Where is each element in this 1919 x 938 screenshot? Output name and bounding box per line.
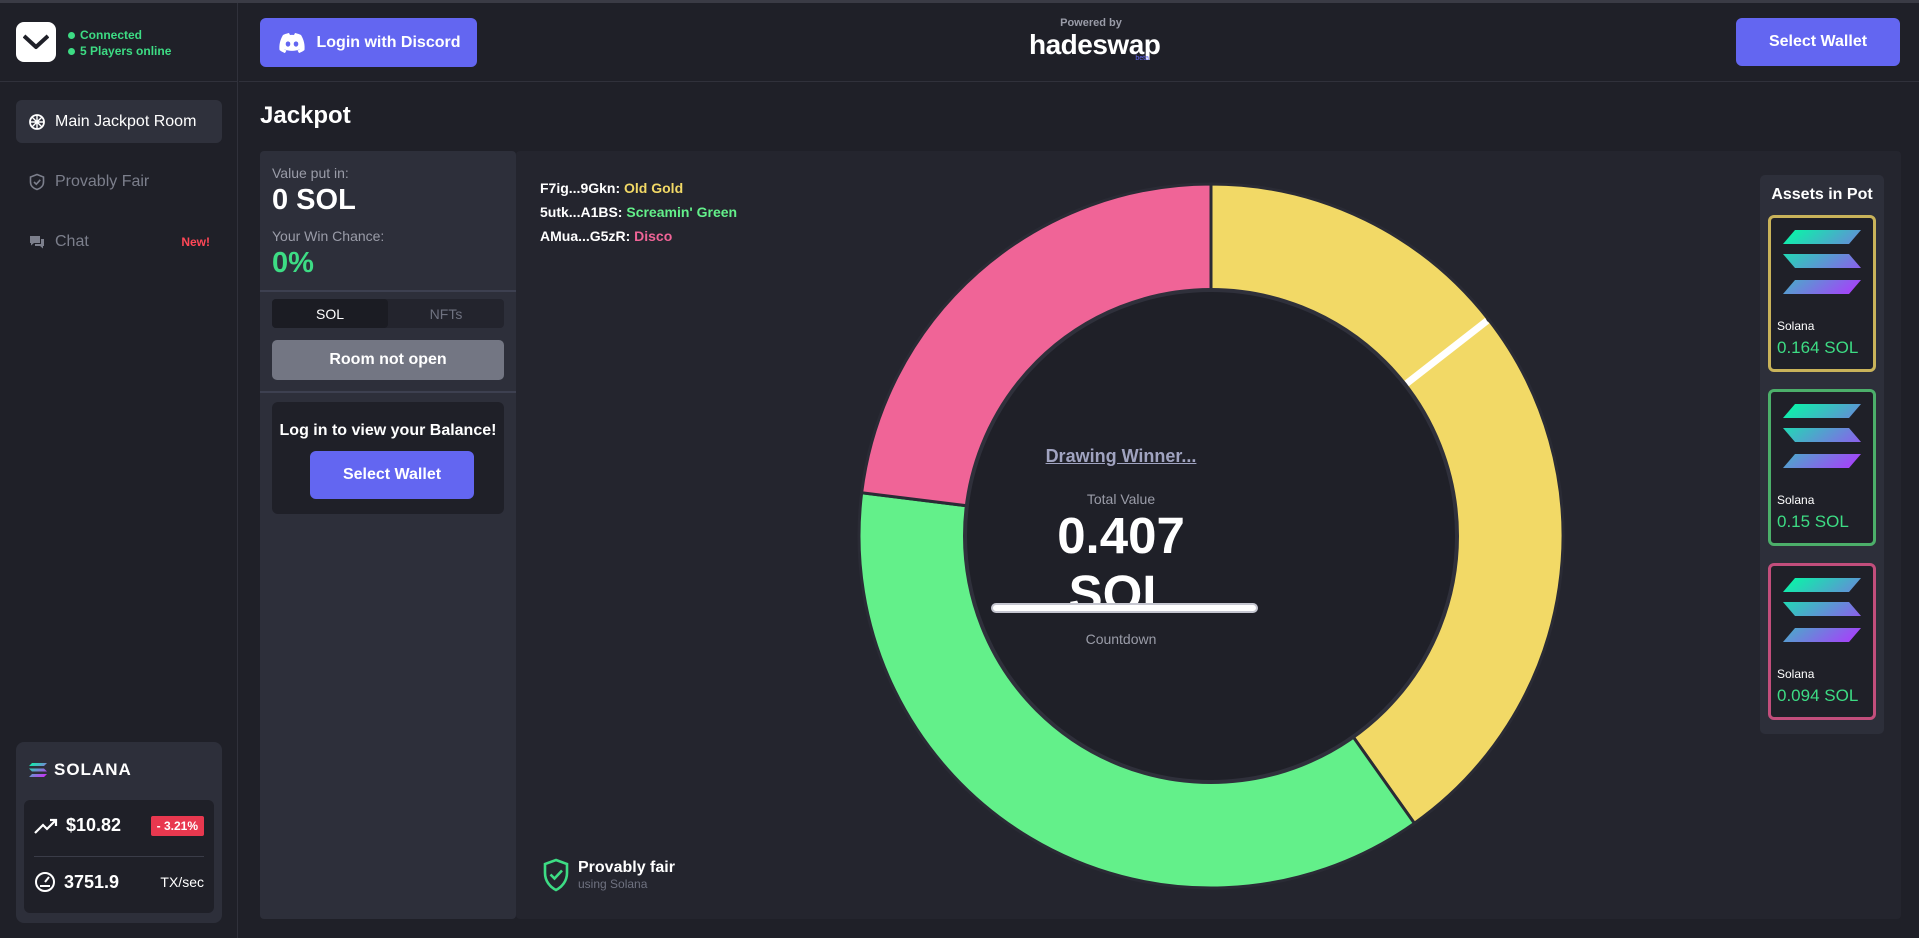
currency-toggle: SOL NFTs: [272, 299, 504, 328]
balance-select-wallet-button[interactable]: Select Wallet: [310, 451, 474, 499]
assets-in-pot: Assets in Pot Solana 0.164 SOL Solana 0.…: [1760, 175, 1884, 734]
price-change-badge: - 3.21%: [150, 815, 204, 836]
sol-price: $10.82: [66, 815, 122, 835]
bet-panel: Value put in: 0 SOL Your Win Chance: 0% …: [260, 151, 516, 919]
solana-brand: SOLANA: [28, 760, 132, 780]
tps-value: 3751.9: [64, 871, 120, 892]
tab-nfts[interactable]: NFTs: [388, 299, 504, 328]
player-entry: 5utk...A1BS: Screamin' Green: [540, 200, 737, 224]
assets-title: Assets in Pot: [1771, 186, 1873, 203]
asset-amount: 0.164 SOL: [1777, 338, 1859, 357]
divider: [260, 290, 516, 292]
chat-icon: [30, 235, 44, 248]
asset-card[interactable]: Solana 0.094 SOL: [1768, 563, 1876, 720]
select-wallet-button[interactable]: Select Wallet: [1736, 18, 1900, 66]
brand-area: Connected 5 Players online: [0, 3, 238, 82]
countdown-bar: [991, 603, 1258, 613]
asset-amount: 0.094 SOL: [1777, 686, 1859, 705]
asset-amount: 0.15 SOL: [1777, 512, 1849, 531]
sidebar-nav: Main Jackpot Room Provably Fair Chat New…: [16, 100, 222, 280]
player-color-name: Disco: [634, 228, 673, 244]
win-chance-label: Your Win Chance:: [272, 228, 385, 244]
price-row: $10.82 - 3.21%: [34, 815, 204, 836]
asset-name: Solana: [1777, 319, 1815, 333]
solana-token-icon: [1783, 230, 1861, 294]
chevron-logo-icon: [23, 34, 49, 49]
page-title: Jackpot: [260, 102, 351, 129]
solana-token-icon: [1783, 578, 1861, 642]
asset-name: Solana: [1777, 667, 1815, 681]
tps-row: 3751.9 TX/sec: [34, 871, 204, 893]
player-address: 5utk...A1BS:: [540, 204, 623, 220]
shield-check-icon: [543, 858, 569, 892]
powered-by-logo[interactable]: Powered by hadeswap beta: [1029, 17, 1161, 62]
solana-brand-text: SOLANA: [54, 760, 132, 779]
player-color-name: Screamin' Green: [626, 204, 738, 220]
player-legend: F7ig...9Gkn: Old Gold 5utk...A1BS: Screa…: [540, 176, 737, 248]
player-address: F7ig...9Gkn:: [540, 180, 621, 196]
powered-by-text: Powered by: [1060, 17, 1122, 29]
sidebar-item-main-jackpot-room[interactable]: Main Jackpot Room: [16, 100, 222, 143]
tab-sol[interactable]: SOL: [272, 299, 388, 328]
provably-fair-subtitle: using Solana: [578, 877, 648, 891]
shield-check-icon: [29, 173, 45, 190]
login-discord-button[interactable]: Login with Discord: [260, 18, 477, 67]
provably-fair-badge[interactable]: Provably fair using Solana: [542, 858, 675, 892]
value-put-in: 0 SOL: [272, 184, 356, 216]
total-value-label: Total Value: [1086, 491, 1156, 507]
asset-card[interactable]: Solana 0.164 SOL: [1768, 215, 1876, 372]
sidebar-item-provably-fair[interactable]: Provably Fair: [16, 160, 222, 203]
sidebar: Connected 5 Players online Main Jackpot …: [0, 3, 238, 938]
divider: [260, 391, 516, 393]
solana-stats-card: SOLANA $10.82 - 3.21% 3751.9 TX/sec: [16, 742, 222, 923]
speedometer-icon: [35, 872, 55, 892]
chart-center: Drawing Winner... Total Value 0.407 SOL …: [991, 446, 1258, 647]
discord-button-label: Login with Discord: [316, 33, 461, 51]
trending-up-icon: [34, 818, 58, 834]
status-dot: [68, 31, 75, 39]
value-put-in-label: Value put in:: [272, 165, 349, 181]
app-logo[interactable]: [16, 22, 56, 62]
player-address: AMua...G5zR:: [540, 228, 631, 244]
discord-icon: [278, 32, 305, 53]
balance-card: Log in to view your Balance! Select Wall…: [272, 402, 504, 514]
asset-name: Solana: [1777, 493, 1815, 507]
player-entry: AMua...G5zR: Disco: [540, 224, 737, 248]
win-chance-value: 0%: [272, 247, 314, 279]
player-color-name: Old Gold: [624, 180, 684, 196]
room-not-open-button[interactable]: Room not open: [272, 340, 504, 380]
drawing-winner-link[interactable]: Drawing Winner...: [1016, 446, 1226, 467]
provably-fair-title: Provably fair: [578, 859, 675, 876]
connected-text: Connected: [80, 28, 143, 42]
balance-prompt: Log in to view your Balance!: [279, 422, 497, 439]
players-online-text: 5 Players online: [80, 44, 172, 58]
status-dot: [68, 47, 75, 55]
connection-status: Connected 5 Players online: [68, 27, 171, 59]
tps-unit: TX/sec: [160, 874, 204, 890]
solana-token-icon: [1783, 404, 1861, 468]
sidebar-item-label: Provably Fair: [55, 172, 150, 190]
player-entry: F7ig...9Gkn: Old Gold: [540, 176, 737, 200]
top-header: Login with Discord Powered by hadeswap b…: [239, 3, 1919, 82]
new-badge: New!: [181, 234, 210, 249]
solana-logo-icon: [29, 763, 47, 777]
countdown-label: Countdown: [1085, 631, 1157, 647]
jackpot-panel: F7ig...9Gkn: Old Gold 5utk...A1BS: Screa…: [516, 151, 1901, 919]
sidebar-item-label: Chat: [55, 232, 89, 250]
sidebar-item-label: Main Jackpot Room: [55, 112, 197, 130]
divider: [34, 856, 204, 857]
asset-card[interactable]: Solana 0.15 SOL: [1768, 389, 1876, 546]
solana-stats-inner: $10.82 - 3.21% 3751.9 TX/sec: [24, 800, 214, 913]
sidebar-item-chat[interactable]: Chat New!: [16, 220, 222, 263]
wheel-icon: [29, 113, 45, 130]
